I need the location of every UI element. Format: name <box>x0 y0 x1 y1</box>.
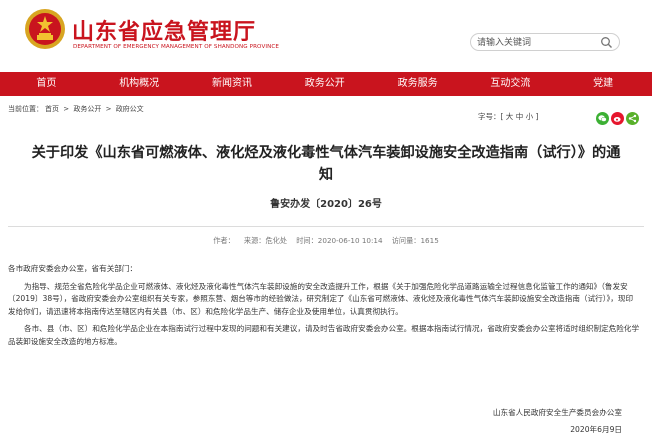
site-title[interactable]: 山东省应急管理厅 <box>72 14 256 46</box>
views-value: 1615 <box>420 236 439 245</box>
national-emblem-icon <box>25 9 65 49</box>
source-label: 来源： <box>243 236 266 245</box>
font-size-label: 字号： <box>478 112 501 121</box>
site-subtitle: DEPARTMENT OF EMERGENCY MANAGEMENT OF SH… <box>73 44 280 50</box>
article-meta: 作者： 来源：危化处 时间：2020-06-10 10:14 访问量：1615 <box>0 236 652 246</box>
breadcrumb-prefix: 当前位置： <box>8 105 43 113</box>
wechat-icon <box>598 115 607 122</box>
breadcrumb-separator: > <box>63 105 70 113</box>
source-value: 危化处 <box>265 236 288 245</box>
signature-organization: 山东省人民政府安全生产委员会办公室 <box>492 408 622 417</box>
breadcrumb-item-home[interactable]: 首页 <box>45 105 59 113</box>
nav-item-services[interactable]: 政务服务 <box>371 72 464 96</box>
font-size-selector: 字号：[ 大 中 小 ] <box>478 111 538 122</box>
share-wechat-button[interactable] <box>596 112 609 125</box>
share-more-button[interactable] <box>626 112 639 125</box>
breadcrumb-item-documents[interactable]: 政府公文 <box>116 105 144 113</box>
nav-item-about[interactable]: 机构概况 <box>93 72 186 96</box>
nav-item-news[interactable]: 新闻资讯 <box>186 72 279 96</box>
search-input[interactable] <box>477 36 595 49</box>
article-signature: 山东省人民政府安全生产委员会办公室 2020年6月9日 <box>493 404 622 438</box>
share-weibo-button[interactable] <box>611 112 624 125</box>
time-label: 时间： <box>296 236 318 245</box>
article-salutation: 各市政府安委会办公室，省有关部门： <box>8 264 138 273</box>
article-title: 关于印发《山东省可燃液体、液化烃及液化毒性气体汽车装卸设施安全改造指南（试行）》… <box>31 145 621 183</box>
article-paragraph: 各市、县（市、区）和危险化学品企业在本指南试行过程中发现的问题和有关建议，请及时… <box>8 324 640 346</box>
site-header: 山东省应急管理厅 DEPARTMENT OF EMERGENCY MANAGEM… <box>0 0 652 72</box>
nav-item-interaction[interactable]: 互动交流 <box>464 72 557 96</box>
title-divider <box>8 226 644 227</box>
weibo-icon <box>613 117 621 122</box>
breadcrumb-separator: > <box>105 105 112 113</box>
views-label: 访问量： <box>391 236 421 245</box>
breadcrumb: 当前位置： 首页 > 政务公开 > 政府公文 <box>8 104 146 114</box>
nav-item-home[interactable]: 首页 <box>0 72 93 96</box>
document-number: 鲁安办发〔2020〕26号 <box>270 199 382 210</box>
nav-item-party[interactable]: 党建 <box>557 72 650 96</box>
font-size-options[interactable]: [ 大 中 小 ] <box>501 112 539 121</box>
time-value: 2020-06-10 10:14 <box>317 236 383 245</box>
search-box <box>470 33 620 51</box>
share-icon <box>628 114 637 123</box>
breadcrumb-item-government-affairs[interactable]: 政务公开 <box>73 105 101 113</box>
main-nav: 首页 机构概况 新闻资讯 政务公开 政务服务 互动交流 党建 <box>0 72 652 96</box>
article-paragraph: 为指导、规范全省危险化学品企业可燃液体、液化烃及液化毒性气体汽车装卸设施的安全改… <box>8 281 634 316</box>
nav-item-government-affairs[interactable]: 政务公开 <box>278 72 371 96</box>
article-body: 各市政府安委会办公室，省有关部门： 为指导、规范全省危险化学品企业可燃液体、液化… <box>8 263 640 354</box>
author-label: 作者： <box>213 236 235 245</box>
search-icon[interactable] <box>600 36 613 49</box>
signature-date: 2020年6月9日 <box>570 425 622 434</box>
